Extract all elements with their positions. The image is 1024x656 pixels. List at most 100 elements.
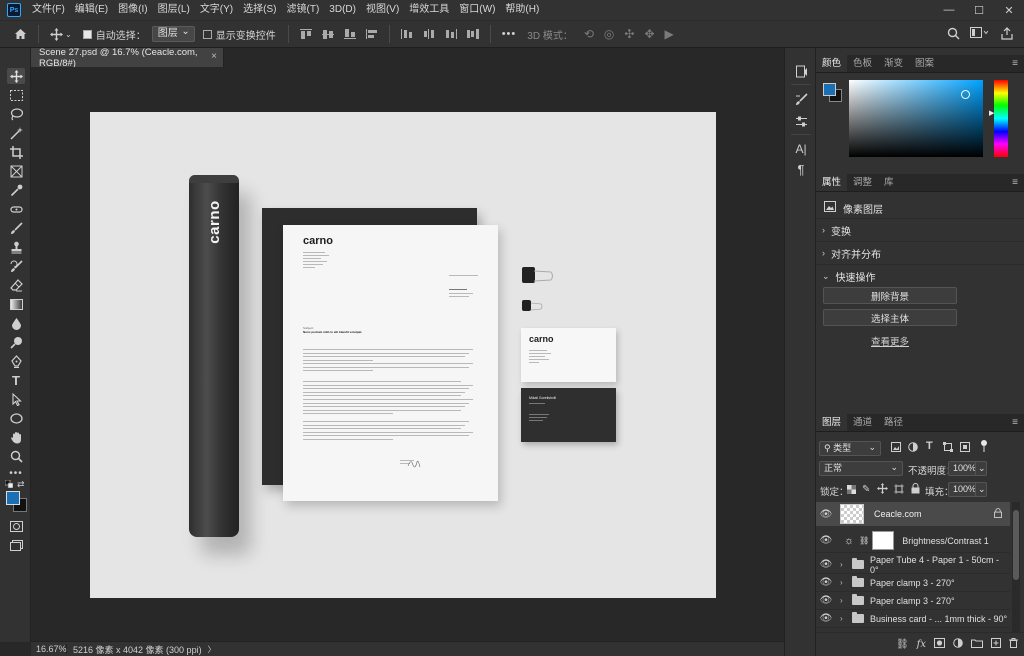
tab-color[interactable]: 颜色 (816, 55, 848, 72)
history-panel-icon[interactable] (794, 64, 808, 78)
tab-libraries[interactable]: 库 (878, 174, 900, 191)
lock-image-pixels-icon[interactable]: ✎ (862, 484, 870, 495)
align-left-edges-icon[interactable] (365, 28, 379, 40)
distribute-right-icon[interactable] (466, 28, 480, 40)
layer-effects-icon[interactable]: fx (917, 639, 926, 650)
filter-adjustment-icon[interactable] (908, 442, 918, 452)
tab-patterns[interactable]: 图案 (909, 55, 940, 72)
layer-name[interactable]: Paper Tube 4 - Paper 1 - 50cm - 0° (870, 555, 1010, 575)
menu-type[interactable]: 文字(Y) (195, 0, 238, 20)
menu-edit[interactable]: 编辑(E) (70, 0, 113, 20)
frame-tool-icon[interactable] (7, 163, 25, 179)
crop-tool-icon[interactable] (7, 144, 25, 160)
blend-mode-dropdown[interactable]: 正常 ⌄ (819, 461, 903, 476)
distribute-center-icon[interactable] (422, 28, 436, 40)
paragraph-panel-icon[interactable]: ¶ (794, 162, 808, 177)
foreground-color-swatch[interactable] (6, 491, 20, 505)
expand-arrow-icon[interactable]: › (840, 560, 848, 569)
3d-orbit-icon[interactable]: ⟲ (584, 27, 594, 41)
distribute-top-icon[interactable] (400, 28, 414, 40)
show-transform-checkbox[interactable] (202, 29, 212, 39)
select-subject-button[interactable]: 选择主体 (823, 309, 957, 326)
filter-toggle-icon[interactable] (980, 440, 988, 452)
blur-tool-icon[interactable] (7, 315, 25, 331)
color-picker-cursor[interactable] (961, 90, 970, 99)
fill-dropdown-icon[interactable]: ⌄ (975, 482, 987, 497)
screen-mode-icon[interactable] (7, 537, 25, 553)
align-bottom-edges-icon[interactable] (343, 28, 357, 40)
section-align-distribute[interactable]: › 对齐并分布 (816, 242, 1024, 264)
layer-name[interactable]: Brightness/Contrast 1 (902, 536, 989, 546)
layer-row-group[interactable]: 👁 › Paper clamp 3 - 270° (816, 592, 1010, 610)
lock-all-icon[interactable] (911, 483, 920, 497)
path-selection-tool-icon[interactable] (7, 391, 25, 407)
visibility-eye-icon[interactable]: 👁 (816, 509, 836, 520)
status-menu-arrow-icon[interactable]: 〉 (208, 644, 216, 655)
ellipse-tool-icon[interactable] (7, 410, 25, 426)
menu-layer[interactable]: 图层(L) (153, 0, 195, 20)
menu-plugins[interactable]: 增效工具 (404, 0, 454, 20)
zoom-tool-icon[interactable] (7, 448, 25, 464)
delete-layer-icon[interactable] (1009, 638, 1018, 651)
tab-swatches[interactable]: 色板 (847, 55, 878, 72)
character-panel-icon[interactable]: A| (794, 142, 808, 156)
menu-view[interactable]: 视图(V) (361, 0, 404, 20)
zoom-level[interactable]: 16.67% (31, 644, 67, 654)
expand-arrow-icon[interactable]: › (840, 596, 848, 605)
share-icon[interactable] (1001, 27, 1013, 43)
close-window-button[interactable]: ✕ (994, 0, 1024, 20)
layer-mask-thumbnail[interactable] (872, 531, 895, 550)
default-colors-icon[interactable] (4, 479, 14, 489)
move-tool-icon[interactable] (7, 68, 25, 84)
remove-background-button[interactable]: 删除背景 (823, 287, 957, 304)
align-vertical-centers-icon[interactable] (321, 28, 335, 40)
layer-row-group[interactable]: 👁 › Paper clamp 3 - 270° (816, 574, 1010, 592)
panel-menu-icon[interactable]: ≡ (1012, 417, 1018, 428)
clone-stamp-tool-icon[interactable] (7, 239, 25, 255)
visibility-eye-icon[interactable]: 👁 (816, 595, 836, 606)
close-document-icon[interactable]: × (211, 51, 217, 62)
menu-3d[interactable]: 3D(D) (324, 0, 361, 20)
type-tool-icon[interactable]: T (7, 372, 25, 388)
lock-transparent-pixels-icon[interactable] (847, 485, 856, 497)
layer-name[interactable]: Business card - ... 1mm thick - 90° (870, 614, 1007, 624)
opacity-dropdown-icon[interactable]: ⌄ (975, 461, 987, 476)
layer-row-group[interactable]: 👁 › Business card - ... 1mm thick - 90° (816, 610, 1010, 628)
tab-paths[interactable]: 路径 (878, 414, 909, 431)
home-icon[interactable] (14, 28, 27, 40)
visibility-eye-icon[interactable]: 👁 (816, 613, 836, 624)
filter-type-icon[interactable]: T (926, 440, 933, 452)
align-top-edges-icon[interactable] (299, 28, 313, 40)
layer-filter-dropdown[interactable]: ⚲ 类型 ⌄ (819, 441, 881, 456)
new-adjustment-layer-icon[interactable] (953, 638, 963, 651)
quick-mask-icon[interactable] (7, 518, 25, 534)
mask-link-icon[interactable]: ⛓ (859, 536, 869, 545)
workspace-icon[interactable] (970, 27, 989, 42)
menu-file[interactable]: 文件(F) (27, 0, 70, 20)
dodge-tool-icon[interactable] (7, 334, 25, 350)
lasso-tool-icon[interactable] (7, 106, 25, 122)
layer-row-selected[interactable]: 👁 Ceacle.com (816, 502, 1010, 526)
adjustments-panel-icon[interactable] (794, 114, 808, 128)
maximize-button[interactable]: ☐ (964, 0, 994, 20)
layers-scrollbar[interactable] (1012, 502, 1020, 632)
menu-select[interactable]: 选择(S) (238, 0, 281, 20)
layer-name[interactable]: Paper clamp 3 - 270° (870, 578, 955, 588)
section-quick-actions[interactable]: ⌄ 快速操作 (816, 265, 1024, 287)
pen-tool-icon[interactable] (7, 353, 25, 369)
new-group-icon[interactable] (971, 638, 983, 651)
menu-image[interactable]: 图像(I) (113, 0, 152, 20)
color-picker-field[interactable] (849, 80, 983, 157)
eraser-tool-icon[interactable] (7, 277, 25, 293)
brush-tool-icon[interactable] (7, 220, 25, 236)
filter-smart-object-icon[interactable] (960, 442, 970, 452)
search-icon[interactable] (947, 27, 960, 43)
new-layer-icon[interactable] (991, 638, 1001, 651)
visibility-eye-icon[interactable]: 👁 (816, 577, 836, 588)
tab-adjustments[interactable]: 调整 (847, 174, 878, 191)
swap-colors-icon[interactable]: ⇄ (17, 479, 25, 490)
hue-slider-marker-icon[interactable]: ▶ (989, 109, 994, 117)
minimize-button[interactable]: — (934, 0, 964, 20)
lock-artboard-icon[interactable] (894, 484, 904, 497)
healing-brush-tool-icon[interactable] (7, 201, 25, 217)
